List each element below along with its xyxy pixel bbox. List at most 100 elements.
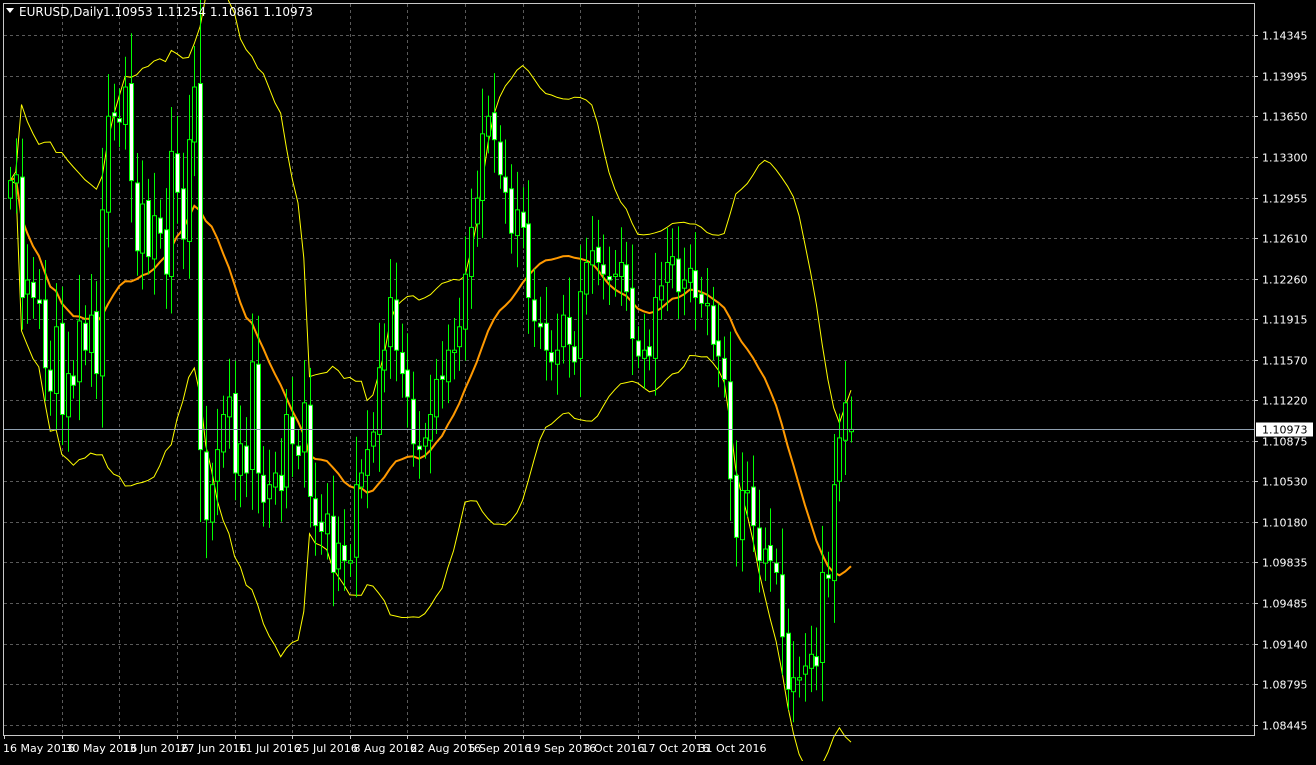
candle	[693, 232, 698, 330]
candle-body	[279, 474, 284, 492]
candle-body	[567, 316, 572, 345]
candle	[175, 116, 180, 224]
candle	[48, 340, 53, 416]
candle-body	[365, 449, 370, 476]
candle	[227, 358, 232, 449]
candle-body	[417, 445, 422, 451]
candle-body	[803, 665, 808, 675]
candle	[100, 147, 105, 428]
candle	[659, 261, 664, 320]
time-tick-label: 25 Jul 2016	[296, 742, 358, 755]
time-tick-label: 31 Oct 2016	[699, 742, 767, 755]
candle-body	[832, 484, 837, 582]
candle-body	[100, 209, 105, 377]
candle-body	[336, 542, 341, 570]
candle	[308, 367, 313, 528]
candle	[832, 434, 837, 623]
candle	[169, 107, 174, 314]
candle-body	[319, 521, 324, 532]
price-chart[interactable]: 1.10973 1.143451.139951.136501.133001.12…	[0, 0, 1316, 765]
candle-body	[382, 349, 387, 371]
candle	[526, 180, 531, 334]
price-axis[interactable]: 1.14345 1.13995 1.13650 1.13300 1.12955 1.126…	[1254, 30, 1308, 733]
candle-body	[146, 199, 151, 258]
candle-body	[711, 305, 716, 345]
candle	[290, 376, 295, 478]
candle	[774, 548, 779, 585]
price-tick-label: 1.12610	[1262, 233, 1308, 246]
candle-body	[158, 217, 163, 234]
candle-body	[653, 297, 658, 359]
candle-body	[215, 449, 220, 482]
candle	[31, 256, 36, 319]
candle	[405, 333, 410, 428]
candle-body	[261, 474, 266, 503]
candle-body	[89, 314, 94, 354]
candle	[745, 461, 750, 518]
candle	[682, 247, 687, 316]
candle	[342, 509, 347, 591]
candle	[475, 170, 480, 247]
candle	[567, 277, 572, 378]
candle	[434, 358, 439, 435]
candle-body	[469, 226, 474, 278]
candle-body	[826, 574, 831, 579]
candle	[140, 160, 145, 290]
time-tick-label: 11 Jul 2016	[239, 742, 301, 755]
candle-body	[515, 209, 520, 237]
candle-body	[423, 437, 428, 447]
candle	[630, 244, 635, 375]
candle	[797, 656, 802, 698]
candle-body	[797, 677, 802, 681]
candle	[757, 489, 762, 593]
candle-body	[578, 291, 583, 359]
time-tick-label: 13 Jun 2016	[123, 742, 189, 755]
candle-body	[66, 373, 71, 418]
candle-body	[590, 250, 595, 266]
candle-body	[359, 472, 364, 488]
price-tick-label: 1.13300	[1262, 152, 1308, 165]
candle	[561, 294, 566, 364]
candle	[440, 341, 445, 409]
candle	[653, 252, 658, 396]
dropdown-triangle-icon[interactable]	[6, 8, 14, 13]
candle	[279, 438, 284, 522]
candle-body	[192, 86, 197, 143]
candle-body	[175, 153, 180, 193]
candle	[837, 413, 842, 502]
candle-body	[250, 361, 255, 471]
candle	[192, 46, 197, 177]
candle-body	[498, 141, 503, 176]
candle-body	[665, 261, 670, 283]
candle	[636, 326, 641, 369]
candle-body	[596, 246, 601, 263]
candle	[596, 219, 601, 286]
candle-body	[106, 115, 111, 213]
candle-body	[169, 150, 174, 278]
candle	[60, 286, 65, 446]
candle-body	[411, 398, 416, 445]
chart-window[interactable]: 1.10973 1.14345 1.13995 1.13650 1.13300 1.12…	[0, 0, 1316, 765]
candle-body	[129, 83, 134, 182]
candle	[146, 178, 151, 275]
candle	[786, 608, 791, 710]
chart-header: EURUSD,Daily 1.10953 1.11254 1.10861 1.1…	[6, 5, 313, 19]
candle	[89, 273, 94, 387]
candle	[676, 226, 681, 319]
candle	[238, 405, 243, 508]
candle-body	[37, 299, 42, 304]
candle	[538, 296, 543, 349]
candle	[181, 152, 186, 270]
candle	[210, 462, 215, 541]
candle-body	[296, 445, 301, 456]
candle	[394, 262, 399, 382]
candle-body	[745, 490, 750, 494]
candle-body	[77, 320, 82, 383]
candle	[492, 73, 497, 173]
candle-body	[676, 258, 681, 293]
candle	[256, 315, 261, 514]
time-axis[interactable]: 16 May 201630 May 201613 Jun 201627 Jun …	[3, 735, 767, 755]
candle	[457, 297, 462, 371]
candle-body	[659, 285, 664, 301]
candle-body	[613, 273, 618, 278]
